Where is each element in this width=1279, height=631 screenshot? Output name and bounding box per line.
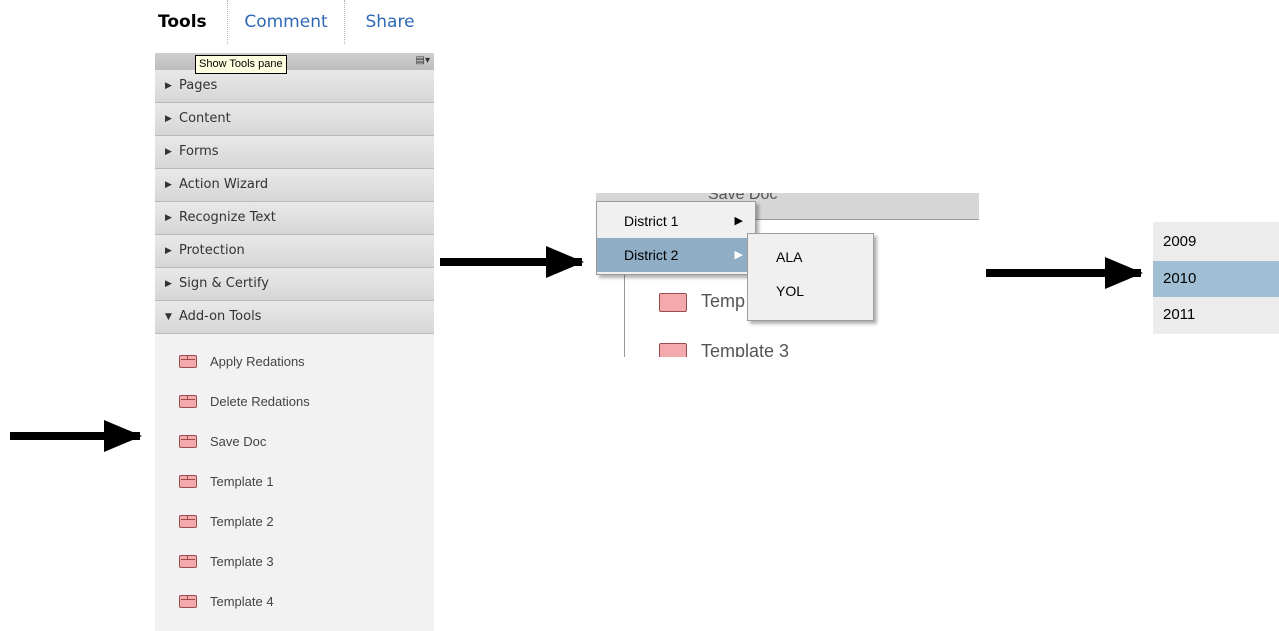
district-menu-screenshot: Save Doc Temp Template 3 District 1 ▶ Di… xyxy=(596,193,979,357)
panel-pages[interactable]: ▶ Pages xyxy=(155,70,434,103)
box-icon xyxy=(659,343,687,357)
triangle-right-icon: ▶ xyxy=(165,114,172,124)
panel-recognize-text[interactable]: ▶ Recognize Text xyxy=(155,202,434,235)
tab-bar: Tools Comment Share xyxy=(155,0,434,53)
arrow-right-icon xyxy=(10,420,142,452)
tool-template-2[interactable]: Template 2 xyxy=(155,502,434,542)
panel-label: Action Wizard xyxy=(179,177,269,192)
year-label: 2009 xyxy=(1163,233,1197,250)
tool-label: Delete Redations xyxy=(210,394,310,409)
triangle-right-icon: ▶ xyxy=(165,147,172,157)
tool-save-doc[interactable]: Save Doc xyxy=(155,422,434,462)
panel-label: Add-on Tools xyxy=(179,309,262,324)
tool-template-1[interactable]: Template 1 xyxy=(155,462,434,502)
box-icon xyxy=(179,355,197,368)
submenu-arrow-icon: ▶ xyxy=(734,215,743,227)
tool-label: Save Doc xyxy=(210,434,267,449)
submenu-item-yol[interactable]: YOL xyxy=(748,274,873,308)
tools-pane: Tools Comment Share ▤▾ Show Tools pane ▶… xyxy=(155,0,434,631)
district-submenu: ALA YOL xyxy=(747,233,874,321)
triangle-right-icon: ▶ xyxy=(165,279,172,289)
box-icon xyxy=(179,395,197,408)
panel-label: Protection xyxy=(179,243,245,258)
menu-item-label: District 1 xyxy=(624,213,679,229)
tool-label: Apply Redations xyxy=(210,354,305,369)
tab-tools[interactable]: Tools xyxy=(158,0,226,44)
tab-comment[interactable]: Comment xyxy=(227,0,344,44)
box-icon xyxy=(659,293,687,312)
panel-label: Recognize Text xyxy=(179,210,276,225)
panel-action-wizard[interactable]: ▶ Action Wizard xyxy=(155,169,434,202)
year-item-2010[interactable]: 2010 xyxy=(1153,261,1279,297)
panel-label: Sign & Certify xyxy=(179,276,269,291)
options-menu-icon[interactable]: ▤▾ xyxy=(416,55,430,66)
tab-share[interactable]: Share xyxy=(344,0,435,44)
triangle-right-icon: ▶ xyxy=(165,81,172,91)
triangle-right-icon: ▶ xyxy=(165,213,172,223)
district-menu: District 1 ▶ District 2 ▶ xyxy=(596,201,756,275)
panel-add-on-tools[interactable]: ▼ Add-on Tools xyxy=(155,301,434,334)
year-label: 2011 xyxy=(1163,306,1196,323)
panel-content[interactable]: ▶ Content xyxy=(155,103,434,136)
year-item-2009[interactable]: 2009 xyxy=(1153,224,1279,260)
tool-delete-redations[interactable]: Delete Redations xyxy=(155,382,434,422)
box-icon xyxy=(179,475,197,488)
menu-item-district-2[interactable]: District 2 ▶ xyxy=(597,238,755,272)
panel-label: Pages xyxy=(179,78,218,93)
panel-protection[interactable]: ▶ Protection xyxy=(155,235,434,268)
tool-label: Template 2 xyxy=(210,514,274,529)
submenu-item-ala[interactable]: ALA xyxy=(748,240,873,274)
year-item-2011[interactable]: 2011 xyxy=(1153,297,1279,333)
panel-sign-certify[interactable]: ▶ Sign & Certify xyxy=(155,268,434,301)
box-icon xyxy=(179,595,197,608)
tool-label: Template 3 xyxy=(210,554,274,569)
triangle-right-icon: ▶ xyxy=(165,246,172,256)
box-icon xyxy=(179,515,197,528)
tool-label: Template 1 xyxy=(210,474,274,489)
box-icon xyxy=(179,435,197,448)
year-menu: 2009 2010 2011 xyxy=(1153,222,1279,334)
arrow-right-icon xyxy=(440,246,584,278)
menu-item-label: YOL xyxy=(776,283,805,299)
background-text: Template 3 xyxy=(701,341,790,357)
background-text: Temp xyxy=(701,291,746,311)
submenu-arrow-icon: ▶ xyxy=(734,249,743,261)
tool-template-3[interactable]: Template 3 xyxy=(155,542,434,582)
tool-apply-redations[interactable]: Apply Redations xyxy=(155,342,434,382)
panel-forms[interactable]: ▶ Forms xyxy=(155,136,434,169)
menu-item-label: District 2 xyxy=(624,247,679,263)
menu-item-label: ALA xyxy=(776,249,803,265)
tool-template-4[interactable]: Template 4 xyxy=(155,582,434,622)
triangle-down-icon: ▼ xyxy=(165,312,172,322)
arrow-right-icon xyxy=(986,257,1143,289)
tooltip: Show Tools pane xyxy=(195,55,287,74)
panel-label: Content xyxy=(179,111,231,126)
menu-item-district-1[interactable]: District 1 ▶ xyxy=(597,204,755,238)
box-icon xyxy=(179,555,197,568)
year-label: 2010 xyxy=(1163,270,1197,287)
tool-label: Template 4 xyxy=(210,594,274,609)
panel-label: Forms xyxy=(179,144,219,159)
triangle-right-icon: ▶ xyxy=(165,180,172,190)
